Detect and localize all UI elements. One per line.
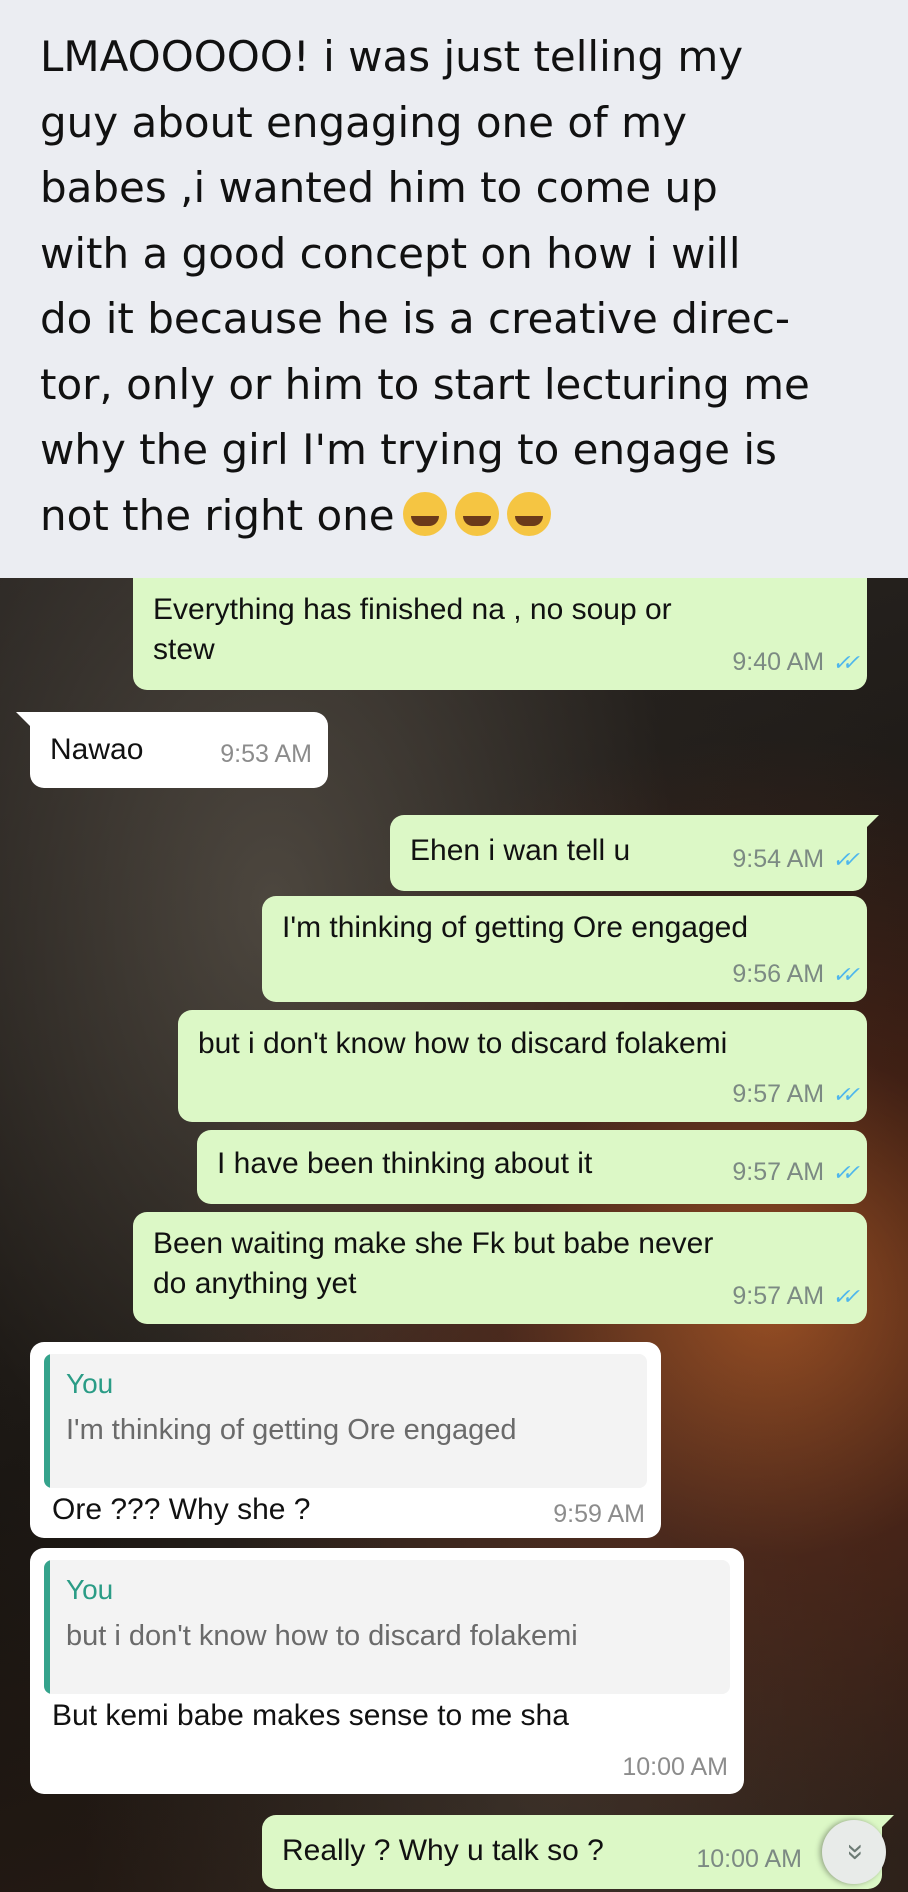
- message-text: Nawao: [50, 733, 144, 766]
- outgoing-message[interactable]: I'm thinking of getting Ore engaged 9:56…: [262, 896, 867, 1002]
- message-text: Ore ??? Why she ?: [52, 1493, 311, 1526]
- message-text: but i don't know how to discard folakemi: [198, 1027, 728, 1060]
- outgoing-message[interactable]: Ehen i wan tell u 9:54 AM ✓✓: [390, 815, 879, 891]
- incoming-reply-message[interactable]: You but i don't know how to discard fola…: [30, 1548, 744, 1794]
- message-text: Ehen i wan tell u: [410, 834, 631, 867]
- caption-line: tor, only or him to start lecturing me: [40, 359, 810, 409]
- rolling-laughing-emoji-icon: [454, 491, 499, 536]
- caption-line: not the right one: [40, 483, 870, 549]
- quote-author: You: [66, 1574, 114, 1605]
- caption-line: with a good concept on how i will: [40, 228, 741, 278]
- message-meta: 9:54 AM ✓✓: [732, 845, 860, 874]
- message-text: I'm thinking of getting Ore engaged: [282, 911, 749, 944]
- double-check-icon: ✓✓: [832, 650, 860, 675]
- caption-line: do it because he is a creative direc-: [40, 294, 790, 343]
- message-text: But kemi babe makes sense to me sha: [52, 1699, 569, 1732]
- message-text: stew: [153, 633, 215, 666]
- outgoing-message[interactable]: Been waiting make she Fk but babe never …: [133, 1212, 867, 1324]
- outgoing-message[interactable]: Everything has finished na , no soup or …: [133, 578, 867, 690]
- message-time: 10:00 AM: [622, 1753, 728, 1781]
- message-meta: 9:40 AM ✓✓: [732, 648, 860, 677]
- caption-line: guy about engaging one of my: [40, 97, 687, 147]
- caption-line-text: not the right one: [40, 490, 395, 540]
- message-time: 9:40 AM: [732, 648, 825, 676]
- outgoing-message[interactable]: but i don't know how to discard folakemi…: [178, 1010, 867, 1122]
- outgoing-message[interactable]: I have been thinking about it 9:57 AM ✓✓: [197, 1130, 867, 1204]
- double-check-icon: ✓✓: [832, 962, 860, 987]
- double-check-icon: ✓✓: [832, 1082, 860, 1107]
- message-text: Been waiting make she Fk but babe never: [153, 1227, 714, 1260]
- double-check-icon: ✓✓: [832, 1284, 860, 1309]
- message-time: 9:56 AM: [732, 960, 825, 988]
- caption-line: LMAOOOOO! i was just telling my: [40, 32, 744, 81]
- message-meta: 9:56 AM ✓✓: [732, 960, 860, 989]
- caption-line: babes ,i wanted him to come up: [40, 163, 718, 212]
- tears-of-joy-emoji-icon: [402, 491, 447, 536]
- message-time: 9:57 AM: [732, 1080, 825, 1108]
- double-chevron-down-icon[interactable]: »: [822, 1820, 886, 1884]
- message-text: Everything has finished na , no soup or: [153, 593, 672, 626]
- quoted-message[interactable]: You I'm thinking of getting Ore engaged: [44, 1354, 647, 1488]
- quote-text: but i don't know how to discard folakemi: [66, 1620, 578, 1652]
- incoming-message[interactable]: Nawao 9:53 AM: [16, 712, 328, 788]
- message-text: do anything yet: [153, 1267, 357, 1300]
- message-meta: 9:57 AM ✓✓: [732, 1282, 860, 1311]
- double-check-icon: ✓✓: [832, 1160, 860, 1185]
- message-text: I have been thinking about it: [217, 1147, 593, 1180]
- message-time: 9:57 AM: [732, 1158, 825, 1186]
- message-time: 9:54 AM: [732, 845, 825, 873]
- incoming-reply-message[interactable]: You I'm thinking of getting Ore engaged …: [30, 1342, 661, 1538]
- caption-text: LMAOOOOO! i was just telling my guy abou…: [40, 24, 870, 548]
- message-text: Really ? Why u talk so ?: [282, 1834, 604, 1867]
- quoted-message[interactable]: You but i don't know how to discard fola…: [44, 1560, 730, 1694]
- message-time: 10:00 AM: [696, 1845, 802, 1873]
- double-check-icon: ✓✓: [832, 847, 860, 872]
- message-time: 9:53 AM: [220, 740, 312, 768]
- message-meta: 9:57 AM ✓✓: [732, 1158, 860, 1187]
- quote-text: I'm thinking of getting Ore engaged: [66, 1414, 517, 1446]
- message-meta: 9:57 AM ✓✓: [732, 1080, 860, 1109]
- quote-author: You: [66, 1368, 114, 1399]
- caption-line: why the girl I'm trying to engage is: [40, 425, 777, 474]
- message-time: 9:59 AM: [553, 1500, 645, 1528]
- rolling-laughing-emoji-icon: [506, 491, 551, 536]
- message-time: 9:57 AM: [732, 1282, 825, 1310]
- outgoing-message[interactable]: Really ? Why u talk so ? 10:00 AM: [262, 1815, 894, 1889]
- post-caption: LMAOOOOO! i was just telling my guy abou…: [0, 0, 908, 578]
